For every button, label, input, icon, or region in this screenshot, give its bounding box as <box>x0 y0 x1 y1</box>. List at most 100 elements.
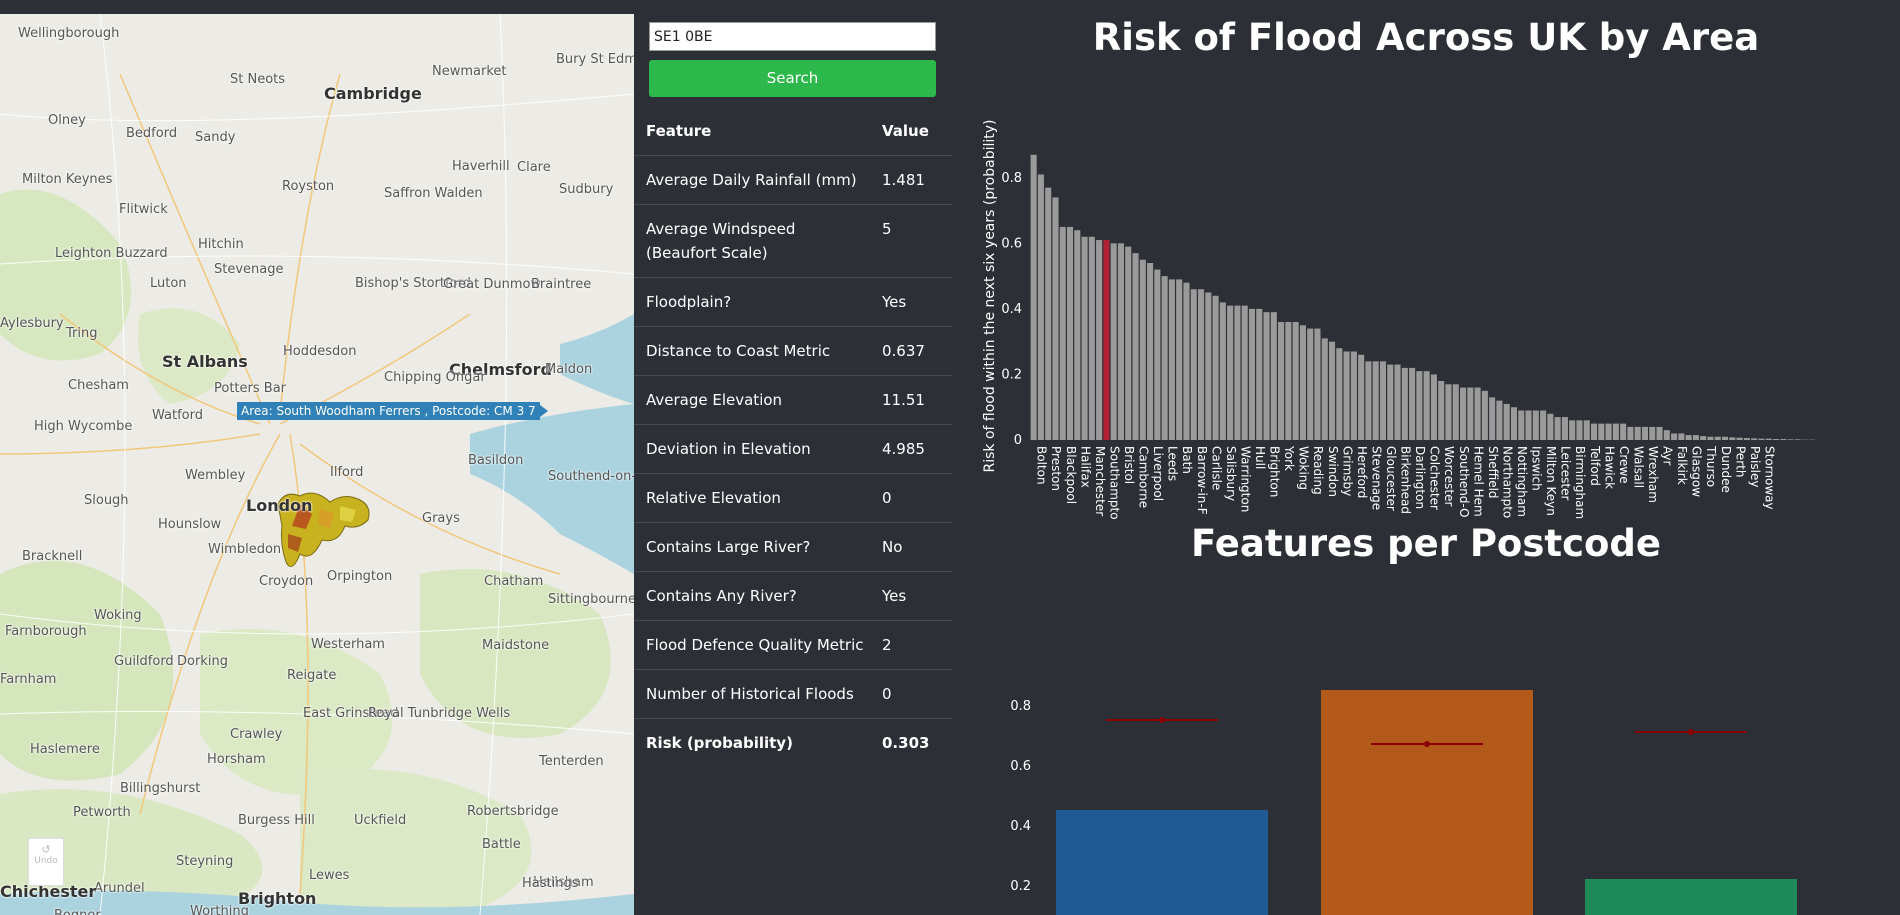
risk-bar[interactable] <box>1685 435 1692 440</box>
risk-bar[interactable] <box>1219 302 1226 440</box>
risk-bar[interactable] <box>1052 197 1059 440</box>
risk-bar[interactable] <box>1074 230 1081 440</box>
risk-bar[interactable] <box>1540 410 1547 441</box>
risk-bar[interactable] <box>1321 338 1328 440</box>
risk-bar[interactable] <box>1692 435 1699 440</box>
map[interactable]: Wellingborough St Neots Newmarket Bury St E… <box>0 14 634 915</box>
risk-bar[interactable] <box>1314 328 1321 440</box>
risk-bar[interactable] <box>1612 423 1619 440</box>
risk-bar[interactable] <box>1045 187 1052 440</box>
risk-bar[interactable] <box>1248 308 1256 440</box>
risk-bar[interactable] <box>1430 374 1437 440</box>
risk-bar[interactable] <box>1030 154 1037 441</box>
feature-bar[interactable] <box>1056 810 1268 915</box>
risk-bar[interactable] <box>1510 407 1518 440</box>
risk-bar[interactable] <box>1780 439 1787 440</box>
risk-bar[interactable] <box>1707 436 1714 440</box>
risk-bar[interactable] <box>1489 397 1496 440</box>
risk-bar[interactable] <box>1190 289 1197 440</box>
risk-bar[interactable] <box>1525 410 1532 441</box>
risk-bar[interactable] <box>1605 423 1612 440</box>
risk-bar[interactable] <box>1147 263 1154 440</box>
risk-bar[interactable] <box>1481 390 1488 440</box>
risk-bar[interactable] <box>1496 400 1503 440</box>
postcode-search-input[interactable] <box>649 22 936 51</box>
risk-bar[interactable] <box>1350 351 1357 441</box>
risk-bar[interactable] <box>1132 253 1139 440</box>
risk-bar[interactable] <box>1656 426 1663 440</box>
risk-bar[interactable] <box>1168 279 1175 440</box>
risk-bar[interactable] <box>1736 437 1743 440</box>
risk-bar[interactable] <box>1066 226 1074 440</box>
risk-bar[interactable] <box>1379 361 1387 440</box>
search-button[interactable]: Search <box>649 60 936 97</box>
risk-bar[interactable] <box>1401 367 1408 440</box>
risk-bar[interactable] <box>1336 348 1343 440</box>
risk-bar[interactable] <box>1663 430 1670 440</box>
risk-bar[interactable] <box>1729 437 1736 440</box>
risk-bar[interactable] <box>1343 351 1350 441</box>
risk-bar[interactable] <box>1161 276 1168 440</box>
risk-bar[interactable] <box>1205 292 1212 441</box>
risk-bar[interactable] <box>1037 174 1044 441</box>
risk-bar[interactable] <box>1110 243 1117 440</box>
risk-bar[interactable] <box>1445 384 1452 440</box>
risk-bar[interactable] <box>1183 282 1190 440</box>
feature-bar[interactable] <box>1321 690 1533 915</box>
risk-bar[interactable] <box>1794 439 1801 440</box>
risk-bar[interactable] <box>1088 236 1095 440</box>
risk-bar[interactable] <box>1634 426 1641 440</box>
risk-bar[interactable] <box>1227 305 1234 440</box>
risk-bar[interactable] <box>1787 439 1794 440</box>
risk-bar[interactable] <box>1751 438 1758 440</box>
risk-bar[interactable] <box>1299 325 1306 440</box>
risk-bar[interactable] <box>1059 226 1066 440</box>
risk-bar[interactable] <box>1452 384 1459 440</box>
risk-bar[interactable] <box>1285 322 1292 440</box>
risk-bar[interactable] <box>1758 438 1765 440</box>
risk-bar[interactable] <box>1409 367 1416 440</box>
risk-bar[interactable] <box>1125 246 1132 440</box>
risk-bar[interactable] <box>1096 240 1103 440</box>
risk-bar[interactable] <box>1423 371 1430 440</box>
risk-bar[interactable] <box>1576 420 1583 440</box>
risk-bar[interactable] <box>1212 295 1219 440</box>
risk-bar[interactable] <box>1474 387 1481 440</box>
risk-bar[interactable] <box>1117 243 1125 440</box>
risk-bar[interactable] <box>1532 410 1539 441</box>
feature-bar[interactable] <box>1585 879 1797 915</box>
risk-bar[interactable] <box>1714 436 1721 440</box>
features-chart[interactable]: 0.2 0.4 0.6 0.8 <box>952 565 1900 915</box>
risk-bar[interactable] <box>1583 420 1590 440</box>
risk-bar[interactable] <box>1700 436 1707 440</box>
risk-bar[interactable] <box>1270 312 1277 440</box>
risk-bar[interactable] <box>1416 371 1423 440</box>
risk-bar[interactable] <box>1721 436 1729 440</box>
risk-bar[interactable] <box>1547 413 1554 440</box>
risk-bar[interactable] <box>1081 236 1088 440</box>
risk-bar[interactable] <box>1103 240 1110 440</box>
risk-bar[interactable] <box>1554 417 1561 440</box>
undo-button[interactable]: ↺ Undo <box>28 838 64 886</box>
risk-bar[interactable] <box>1627 426 1634 440</box>
risk-bar[interactable] <box>1438 381 1445 440</box>
risk-bar[interactable] <box>1365 361 1372 440</box>
risk-bar[interactable] <box>1569 420 1576 440</box>
risk-bar[interactable] <box>1139 259 1146 440</box>
risk-bar[interactable] <box>1358 354 1365 440</box>
risk-chart[interactable]: 0 0.2 0.4 0.6 0.8Risk of flood within the ne… <box>952 0 1900 530</box>
risk-bar[interactable] <box>1641 426 1649 440</box>
risk-bar[interactable] <box>1241 305 1248 440</box>
risk-bar[interactable] <box>1765 438 1772 440</box>
risk-bar[interactable] <box>1292 322 1299 440</box>
risk-bar[interactable] <box>1743 438 1750 440</box>
risk-bar[interactable] <box>1263 312 1270 440</box>
risk-bar[interactable] <box>1649 426 1656 440</box>
risk-bar[interactable] <box>1278 322 1285 440</box>
risk-bar[interactable] <box>1772 439 1780 440</box>
risk-bar[interactable] <box>1590 423 1598 440</box>
risk-bar[interactable] <box>1328 341 1336 440</box>
risk-bar[interactable] <box>1372 361 1379 440</box>
risk-bar[interactable] <box>1154 269 1161 440</box>
risk-bar[interactable] <box>1467 387 1474 440</box>
